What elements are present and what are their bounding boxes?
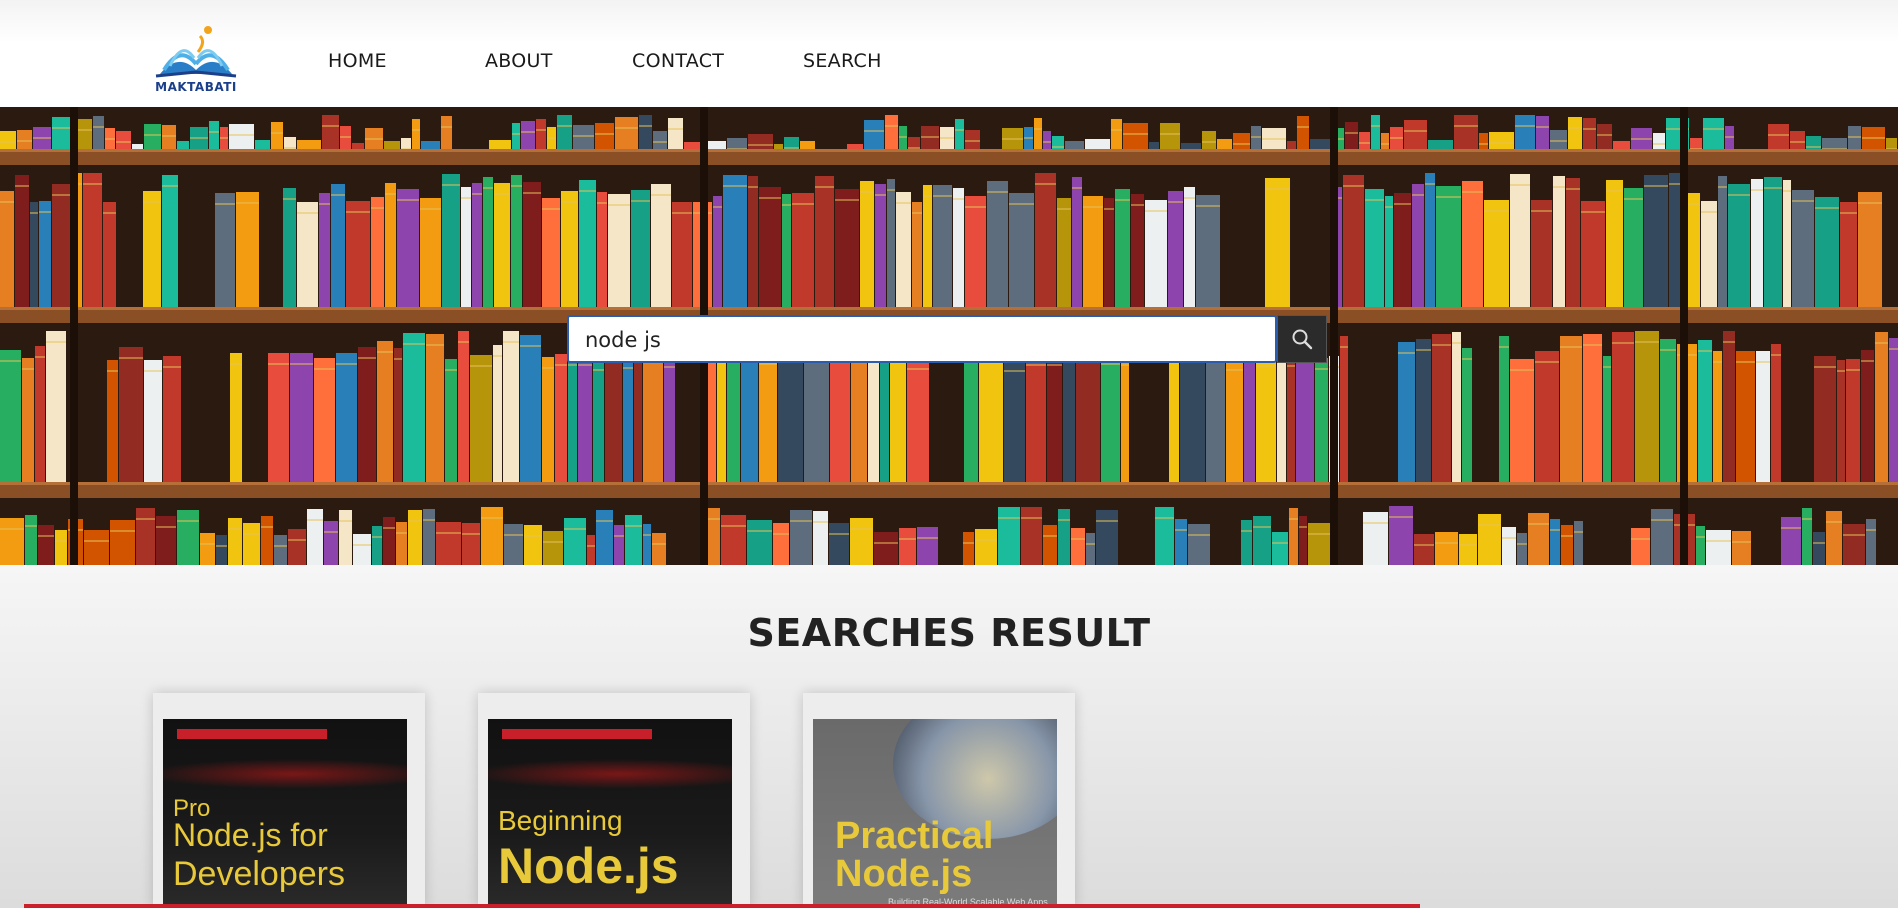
bottom-accent-bar [24,904,1420,908]
book-card[interactable]: Pro Node.js for Developers [153,693,425,908]
logo-text: MAKTABATI [155,80,237,94]
book-cover: Practical Node.js Building Real-World Sc… [813,719,1057,908]
search-icon [1292,329,1313,350]
book-title-line: Beginning [498,805,623,836]
book-logo-icon [155,26,237,78]
book-cover: Pro Node.js for Developers [163,719,407,908]
nav-home[interactable]: HOME [328,50,387,72]
book-cover: Beginning Node.js [488,719,732,908]
site-header: MAKTABATI HOME ABOUT CONTACT SEARCH [0,0,1898,107]
book-card[interactable]: Practical Node.js Building Real-World Sc… [803,693,1075,908]
nav-about[interactable]: ABOUT [485,50,553,72]
book-title-line: Node.js [835,853,973,895]
book-title-line: Developers [173,855,345,893]
book-card[interactable]: Beginning Node.js [478,693,750,908]
book-title-line: Practical [835,815,994,857]
book-title-line: Node.js for [173,817,328,853]
nav-search[interactable]: SEARCH [803,50,882,72]
search-input[interactable] [585,327,1255,353]
search-box [567,315,1277,363]
nav-contact[interactable]: CONTACT [632,50,724,72]
book-title-line: Node.js [498,838,679,894]
results-title: SEARCHES RESULT [747,611,1151,655]
logo[interactable]: MAKTABATI [150,22,242,100]
results-section: SEARCHES RESULT Pro Node.js for Develope… [0,565,1898,908]
search-button[interactable] [1277,315,1327,363]
